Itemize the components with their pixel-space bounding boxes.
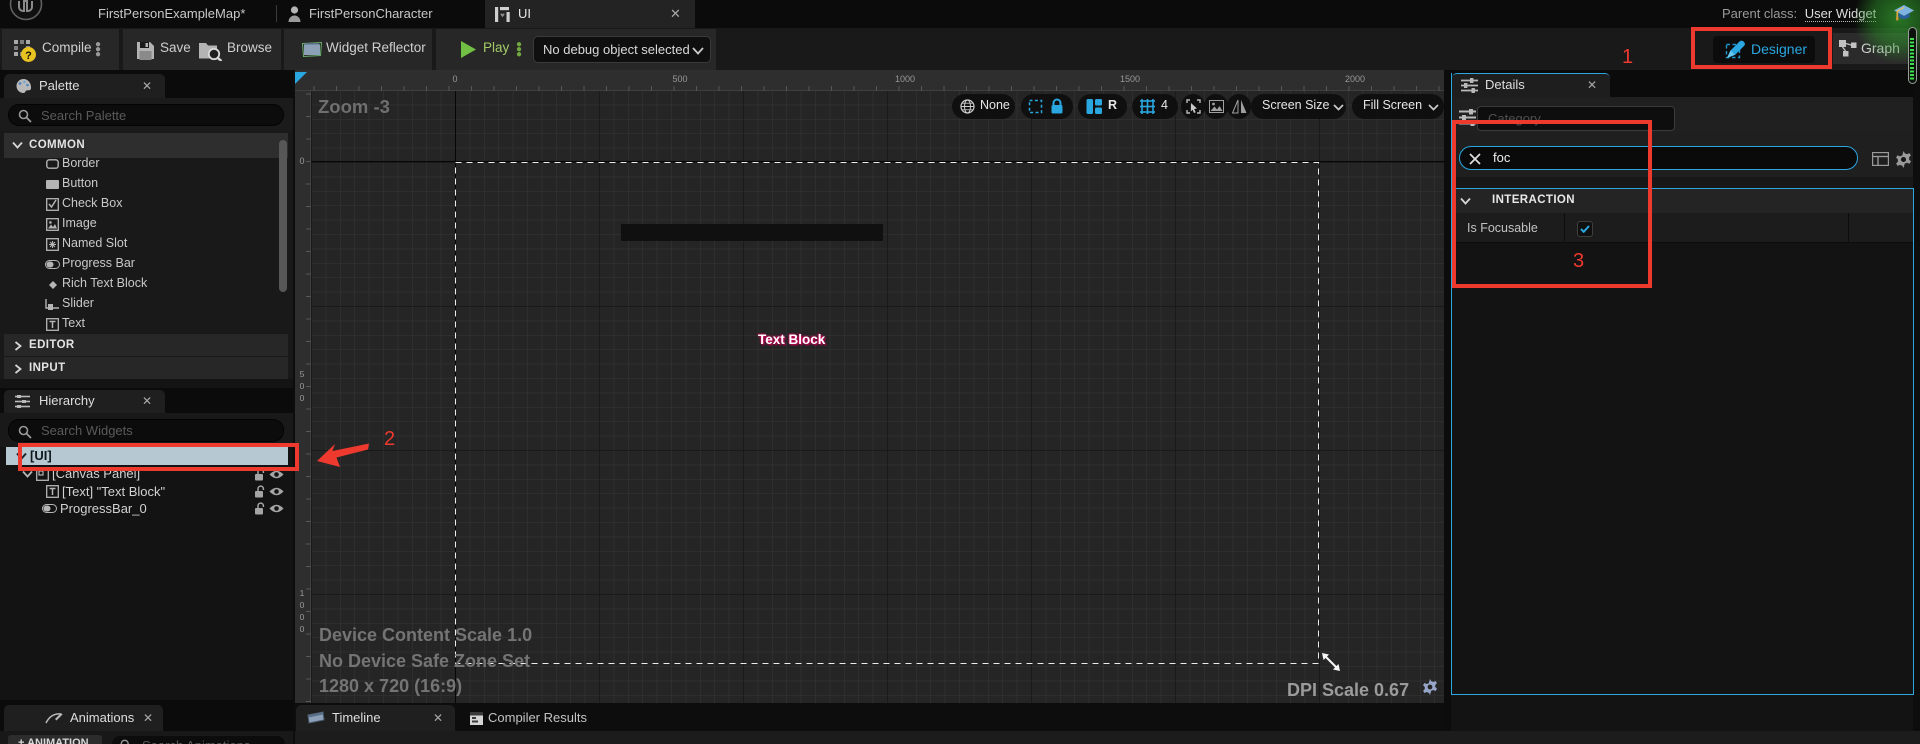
svg-text:?: ? — [25, 50, 32, 62]
